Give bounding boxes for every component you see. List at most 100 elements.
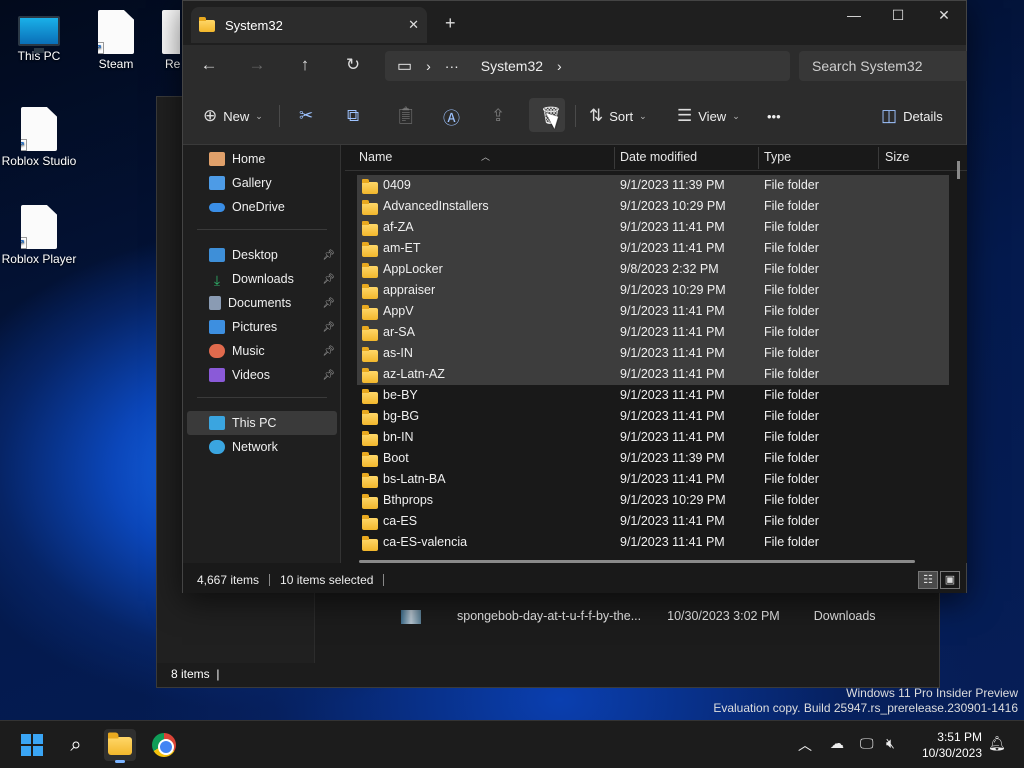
clock[interactable]: 3:51 PM 10/30/2023: [916, 729, 982, 761]
table-row[interactable]: AppV 9/1/2023 11:41 PM File folder: [357, 301, 949, 322]
file-list[interactable]: ︿ Name Date modified Type Size 0409 9/1/2…: [345, 145, 967, 563]
tiles-view-button[interactable]: ▣: [940, 571, 960, 589]
desktop-icon-this-pc[interactable]: This PC: [1, 10, 77, 63]
new-button-label: New: [223, 108, 250, 124]
table-row[interactable]: bg-BG 9/1/2023 11:41 PM File folder: [357, 406, 949, 427]
table-row[interactable]: ca-ES-valencia 9/1/2023 11:41 PM File fold…: [357, 532, 949, 553]
sidebar-item-this-pc[interactable]: This PC: [187, 411, 337, 435]
background-file-row[interactable]: spongebob-day-at-t-u-f-f-by-the... 10/30…: [401, 609, 876, 624]
pin-icon[interactable]: 📌︎: [322, 250, 335, 261]
new-tab-button[interactable]: +: [445, 13, 456, 34]
sidebar-item-documents[interactable]: Documents 📌︎: [187, 291, 337, 315]
table-row[interactable]: as-IN 9/1/2023 11:41 PM File folder: [357, 343, 949, 364]
copy-button[interactable]: ⧉: [347, 104, 359, 128]
share-button[interactable]: ⇪: [491, 104, 505, 128]
windows-logo-icon: [21, 734, 43, 756]
show-hidden-icons-button[interactable]: ︿: [798, 735, 812, 755]
search-button[interactable]: ⌕: [60, 729, 92, 761]
horizontal-scrollbar[interactable]: [359, 560, 915, 563]
file-date: 10/30/2023 3:02 PM: [667, 609, 780, 623]
onedrive-tray-icon[interactable]: ☁: [830, 735, 844, 752]
close-button[interactable]: ✕: [921, 7, 967, 29]
up-button[interactable]: ↑: [281, 55, 329, 75]
rename-icon: Ⓐ: [443, 108, 460, 128]
sidebar-item-gallery[interactable]: Gallery: [187, 171, 337, 195]
pin-icon[interactable]: 📌︎: [322, 370, 335, 381]
start-button[interactable]: [16, 729, 48, 761]
network-status-icon[interactable]: 🖵︎: [860, 735, 874, 752]
breadcrumb-separator[interactable]: ›: [426, 58, 431, 74]
sidebar-item-label: OneDrive: [232, 200, 285, 214]
breadcrumb-separator[interactable]: ›: [557, 58, 562, 74]
back-button[interactable]: ←: [185, 55, 233, 75]
sidebar-item-home[interactable]: Home: [187, 147, 337, 171]
close-tab-icon[interactable]: ✕: [408, 17, 419, 33]
desktop-icon-steam[interactable]: ↗ Steam: [78, 10, 154, 71]
column-header-type[interactable]: Type: [764, 150, 791, 164]
details-view-button[interactable]: ☷: [918, 571, 938, 589]
table-row[interactable]: ca-ES 9/1/2023 11:41 PM File folder: [357, 511, 949, 532]
table-row[interactable]: bn-IN 9/1/2023 11:41 PM File folder: [357, 427, 949, 448]
tab-system32[interactable]: System32 ✕: [191, 7, 427, 43]
view-button[interactable]: ☰ View ⌄: [677, 104, 740, 128]
column-header-date[interactable]: Date modified: [620, 150, 697, 164]
paste-button[interactable]: 📋︎: [395, 104, 417, 128]
address-bar[interactable]: ▭ › ··· System32 ›: [385, 51, 790, 81]
pin-icon[interactable]: 📌︎: [322, 346, 335, 357]
maximize-button[interactable]: ☐: [875, 7, 921, 29]
sort-button[interactable]: ⇅ Sort ⌄: [589, 104, 647, 128]
new-button[interactable]: ⊕ New ⌄: [203, 104, 263, 128]
sort-button-label: Sort: [609, 108, 634, 124]
desktop-icon-roblox-player[interactable]: ↗ Roblox Player: [1, 205, 77, 266]
vertical-scrollbar[interactable]: [957, 161, 960, 179]
table-row[interactable]: az-Latn-AZ 9/1/2023 11:41 PM File folder: [357, 364, 949, 385]
forward-button[interactable]: →: [233, 55, 281, 75]
table-row[interactable]: AdvancedInstallers 9/1/2023 10:29 PM File …: [357, 196, 949, 217]
table-row[interactable]: Boot 9/1/2023 11:39 PM File folder: [357, 448, 949, 469]
sidebar-item-network[interactable]: Network: [187, 435, 337, 459]
pin-icon[interactable]: 📌︎: [322, 322, 335, 333]
search-input[interactable]: Search System32: [799, 51, 967, 81]
rename-button[interactable]: Ⓐ: [443, 104, 460, 128]
pin-icon[interactable]: 📌︎: [322, 298, 335, 309]
tab-title: System32: [225, 17, 283, 33]
details-pane-button[interactable]: ◫ Details: [881, 104, 943, 128]
desktop-icon-rec[interactable]: Rec: [150, 10, 180, 71]
sidebar-item-desktop[interactable]: Desktop 📌︎: [187, 243, 337, 267]
sidebar-item-onedrive[interactable]: OneDrive: [187, 195, 337, 219]
table-row[interactable]: am-ET 9/1/2023 11:41 PM File folder: [357, 238, 949, 259]
desktop-icon-roblox-studio[interactable]: ↗ Roblox Studio: [1, 107, 77, 168]
file-name: AppLocker: [383, 262, 443, 276]
breadcrumb-current[interactable]: System32: [481, 58, 543, 74]
table-row[interactable]: be-BY 9/1/2023 11:41 PM File folder: [357, 385, 949, 406]
sidebar-item-music[interactable]: Music 📌︎: [187, 339, 337, 363]
notification-bell-icon[interactable]: 🔔︎: [988, 735, 1006, 752]
file-name: 0409: [383, 178, 411, 192]
breadcrumb-ellipsis[interactable]: ···: [445, 58, 459, 74]
volume-muted-icon[interactable]: 🔇︎: [886, 735, 895, 752]
table-row[interactable]: ar-SA 9/1/2023 11:41 PM File folder: [357, 322, 949, 343]
taskbar-file-explorer[interactable]: [104, 729, 136, 763]
sidebar-item-downloads[interactable]: ⤓ Downloads 📌︎: [187, 267, 337, 291]
refresh-button[interactable]: ↻: [329, 55, 377, 75]
explorer-window[interactable]: System32 ✕ + — ☐ ✕ ← → ↑ ↻ ▭ › ··· Syste…: [182, 0, 967, 593]
cut-button[interactable]: ✂: [299, 104, 313, 128]
column-header-name[interactable]: Name: [359, 150, 392, 164]
table-row[interactable]: bs-Latn-BA 9/1/2023 11:41 PM File folder: [357, 469, 949, 490]
file-date: 9/1/2023 11:39 PM: [620, 178, 725, 192]
minimize-button[interactable]: —: [831, 7, 877, 29]
file-date: 9/1/2023 11:41 PM: [620, 514, 725, 528]
table-row[interactable]: 0409 9/1/2023 11:39 PM File folder: [357, 175, 949, 196]
table-row[interactable]: Bthprops 9/1/2023 10:29 PM File folder: [357, 490, 949, 511]
pin-icon[interactable]: 📌︎: [322, 274, 335, 285]
see-more-button[interactable]: •••: [767, 104, 781, 128]
column-header-size[interactable]: Size: [885, 150, 909, 164]
this-pc-device-icon[interactable]: ▭: [397, 56, 412, 76]
taskbar-chrome[interactable]: [148, 729, 180, 761]
table-row[interactable]: af-ZA 9/1/2023 11:41 PM File folder: [357, 217, 949, 238]
file-name: AdvancedInstallers: [383, 199, 489, 213]
sidebar-item-pictures[interactable]: Pictures 📌︎: [187, 315, 337, 339]
sidebar-item-videos[interactable]: Videos 📌︎: [187, 363, 337, 387]
table-row[interactable]: appraiser 9/1/2023 10:29 PM File folder: [357, 280, 949, 301]
table-row[interactable]: AppLocker 9/8/2023 2:32 PM File folder: [357, 259, 949, 280]
